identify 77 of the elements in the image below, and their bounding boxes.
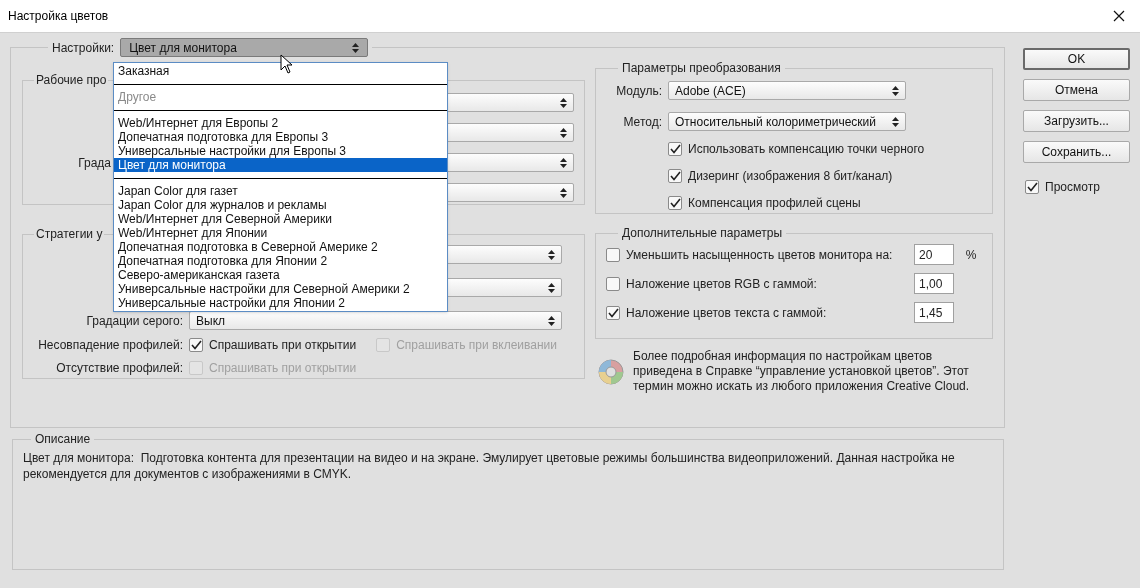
checkbox[interactable]	[668, 196, 682, 210]
number-field[interactable]: 1,45	[914, 302, 954, 323]
checkbox-label: Наложение цветов текста с гаммой:	[626, 304, 827, 322]
close-icon[interactable]	[1113, 10, 1125, 22]
checkbox-label: Дизеринг (изображения 8 бит/канал)	[688, 168, 893, 185]
updown-arrows-icon	[548, 282, 555, 293]
field-label: Модуль:	[616, 82, 662, 100]
checkmark-icon	[669, 171, 681, 181]
checkmark-icon	[669, 198, 681, 208]
settings-select[interactable]: Цвет для монитора	[120, 38, 369, 57]
number-field[interactable]: 1,00	[914, 273, 954, 294]
checkmark-icon	[1026, 182, 1038, 192]
group-title: Описание	[35, 432, 91, 446]
checkbox[interactable]	[606, 247, 620, 262]
updown-arrows-icon	[560, 157, 567, 168]
number-field[interactable]: 20	[914, 244, 954, 265]
checkmark-icon	[190, 340, 202, 350]
menu-item[interactable]: Japan Color для журналов и рекламы	[114, 198, 447, 212]
dialog-button[interactable]: Загрузить...	[1023, 110, 1130, 132]
checkmark-icon	[607, 307, 619, 318]
checkbox-label: Уменьшить насыщенность цветов монитора на:	[626, 246, 893, 264]
updown-arrows-icon	[892, 116, 899, 127]
group-title: Стратегии у	[36, 227, 103, 241]
checkbox[interactable]	[668, 142, 682, 156]
dialog-button[interactable]: Отмена	[1023, 79, 1130, 101]
dialog-button[interactable]: OK	[1023, 48, 1130, 70]
updown-arrows-icon	[548, 315, 555, 326]
unit-label: %	[965, 246, 977, 264]
color-wheel-icon	[597, 357, 625, 386]
checkbox[interactable]	[668, 169, 682, 183]
updown-arrows-icon	[352, 42, 360, 53]
info-text: Более подробная информация по настройкам цветов приведена в Справке “управление установкой цветов”. Этот термин можно искать из любого приложения Creative Cloud.	[633, 349, 971, 394]
menu-item[interactable]: Северо-американская газета	[114, 268, 447, 282]
checkbox-label: Компенсация профилей сцены	[688, 195, 861, 212]
checkbox[interactable]	[606, 276, 620, 291]
select-field[interactable]: Adobe (ACE)	[668, 81, 906, 100]
checkbox-label: Спрашивать при открытии	[209, 337, 357, 354]
menu-item[interactable]: Цвет для монитора	[114, 158, 447, 172]
dialog-button[interactable]: Сохранить...	[1023, 141, 1130, 163]
group-title: Рабочие про	[36, 73, 107, 87]
checkbox[interactable]	[189, 338, 203, 352]
menu-item[interactable]: Web/Интернет для Северной Америки	[114, 212, 447, 226]
field-label: Отсутствие профилей:	[56, 360, 183, 377]
menu-item[interactable]: Допечатная подготовка для Японии 2	[114, 254, 447, 268]
checkbox[interactable]	[606, 305, 620, 320]
updown-arrows-icon	[548, 249, 555, 260]
description-text: Цвет для монитора: Подготовка контента для презентации на видео и на экране. Эмулирует цветовые режимы большинства видеоприложений. Данная настройка не рекомендуется для документов с изображениями в CMYK.	[23, 450, 956, 482]
menu-item[interactable]: Универсальные настройки для Японии 2	[114, 296, 447, 310]
field-label: Градации серого:	[86, 312, 183, 330]
field-label: Несовпадение профилей:	[38, 337, 183, 354]
checkbox-label: Использовать компенсацию точки черного	[688, 141, 925, 158]
group-title: Дополнительные параметры	[622, 226, 783, 240]
checkbox-label: Наложение цветов RGB с гаммой:	[626, 275, 817, 293]
field-label: Метод:	[623, 113, 662, 131]
settings-label: Настройки:	[52, 39, 115, 57]
menu-item[interactable]: Допечатная подготовка в Северной Америке 2	[114, 240, 447, 254]
checkbox-label: Спрашивать при открытии	[209, 360, 357, 377]
updown-arrows-icon	[560, 97, 567, 108]
checkbox[interactable]	[1025, 180, 1039, 194]
checkbox-label: Спрашивать при вклеивании	[396, 337, 557, 354]
select-field[interactable]: Выкл	[189, 311, 562, 330]
menu-item[interactable]: Универсальные настройки для Европы 3	[114, 144, 447, 158]
window-title: Настройка цветов	[8, 8, 109, 25]
checkbox-label: Просмотр	[1045, 179, 1100, 196]
menu-item[interactable]: Japan Color для газет	[114, 184, 447, 198]
checkmark-icon	[669, 144, 681, 154]
menu-item[interactable]: Заказная	[114, 64, 447, 78]
updown-arrows-icon	[560, 127, 567, 138]
select-field[interactable]: Относительный колориметрический	[668, 112, 906, 131]
updown-arrows-icon	[892, 85, 899, 96]
menu-item[interactable]: Web/Интернет для Европы 2	[114, 116, 447, 130]
field-label: Града	[78, 154, 111, 172]
group-title: Параметры преобразования	[622, 61, 781, 75]
updown-arrows-icon	[560, 187, 567, 198]
menu-item[interactable]: Универсальные настройки для Северной Америки 2	[114, 282, 447, 296]
menu-item[interactable]: Web/Интернет для Японии	[114, 226, 447, 240]
menu-item[interactable]: Допечатная подготовка для Европы 3	[114, 130, 447, 144]
